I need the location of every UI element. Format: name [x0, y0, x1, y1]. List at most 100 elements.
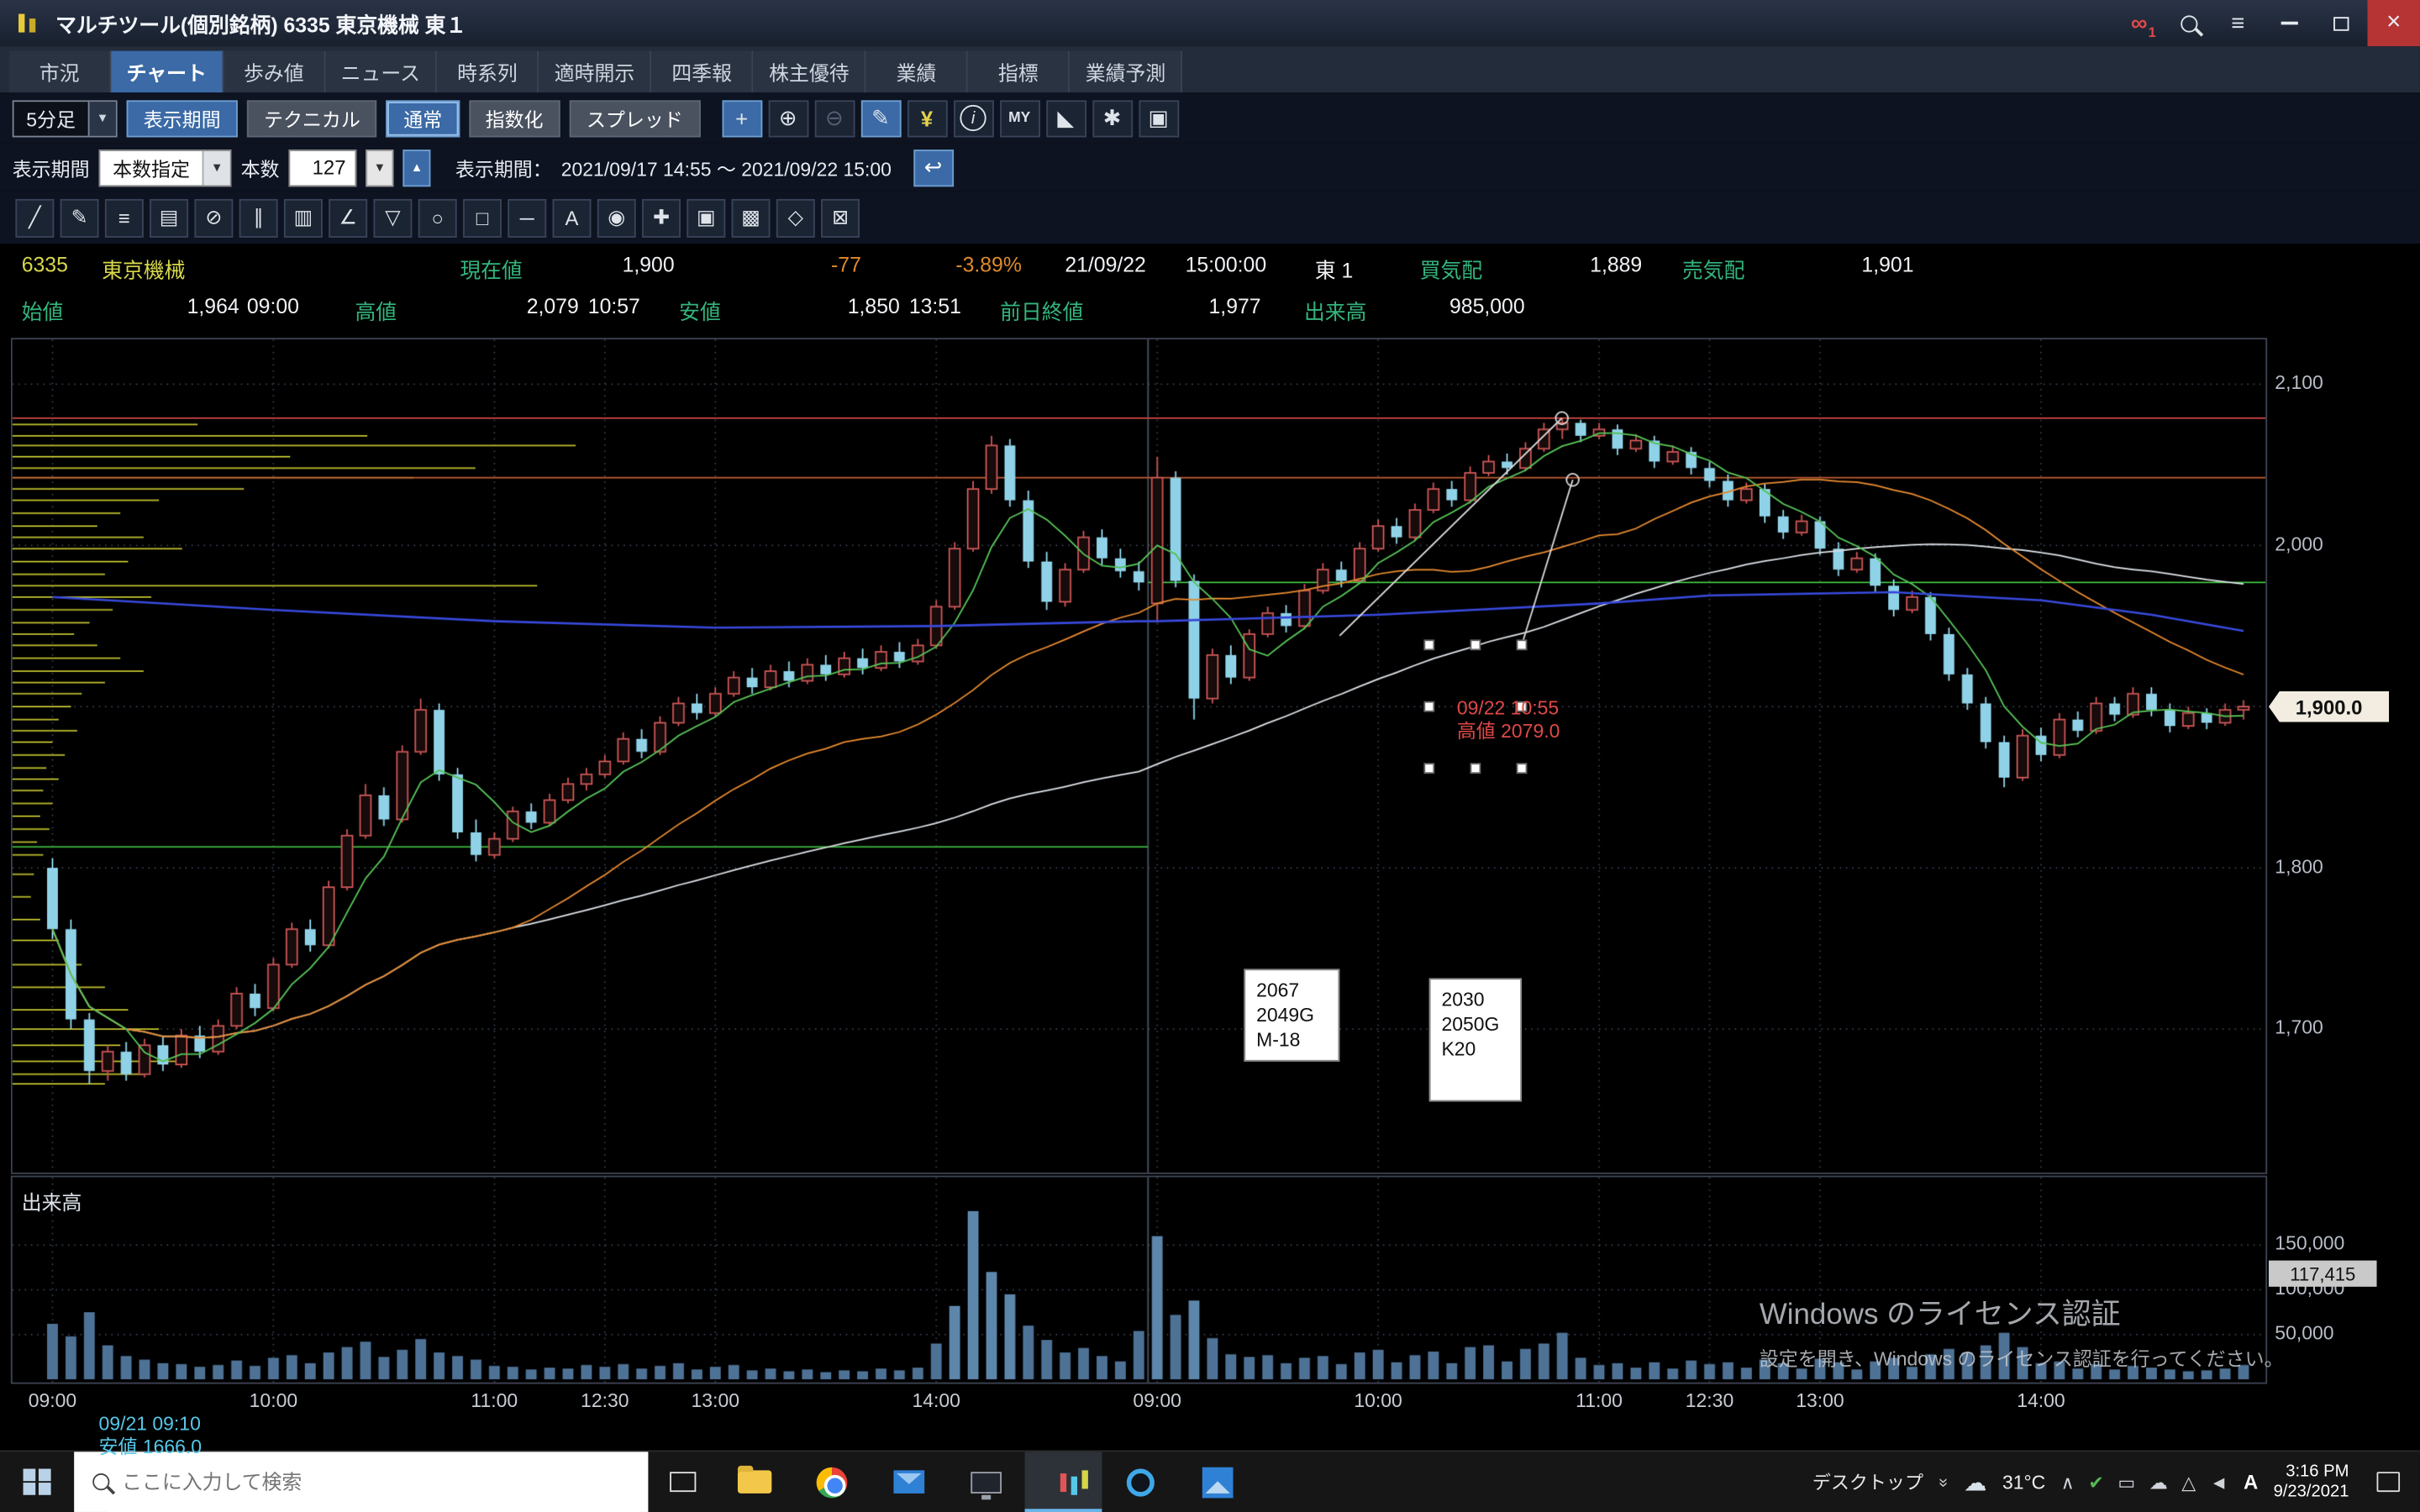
ime-indicator[interactable]: A	[2244, 1470, 2258, 1494]
pattern-tool[interactable]: ▩	[732, 198, 771, 237]
draw-pen-button[interactable]: ✎	[860, 99, 901, 136]
network-icon[interactable]: △	[2181, 1471, 2196, 1493]
indexed-button[interactable]: 指数化	[468, 99, 560, 136]
window-title: マルチツール(個別銘柄) 6335 東京機械 東１	[55, 8, 466, 39]
bar-count-input[interactable]: 127	[289, 149, 357, 186]
tab-benefits[interactable]: 株主優待	[754, 51, 866, 93]
task-view-button[interactable]	[648, 1452, 716, 1512]
hidden-icons-chevron[interactable]: ∧	[2061, 1471, 2075, 1493]
taskbar-app-photos[interactable]	[1179, 1452, 1256, 1512]
spread-button[interactable]: スプレッド	[570, 99, 700, 136]
restore-button[interactable]	[2315, 0, 2367, 46]
tab-ticks[interactable]: 歩み値	[224, 51, 325, 93]
eraser-tool[interactable]: ◇	[776, 198, 815, 237]
taskbar-app-trading-app[interactable]	[1025, 1452, 1102, 1512]
temperature-label[interactable]: 31°C	[2002, 1471, 2045, 1493]
security-shield-icon[interactable]: ✔	[2088, 1471, 2103, 1493]
yen-scale-button[interactable]: ¥	[907, 99, 947, 136]
minimize-button[interactable]	[2263, 0, 2315, 46]
clock[interactable]: 3:16 PM 9/23/2021	[2274, 1462, 2349, 1502]
weather-icon[interactable]: ☁	[1964, 1468, 1987, 1496]
zoom-in-button[interactable]: ⊕	[768, 99, 808, 136]
search-icon[interactable]	[2164, 0, 2213, 46]
ellipse-tool[interactable]: ○	[418, 198, 457, 237]
count-up-button[interactable]: ▲	[402, 149, 430, 186]
taskbar-app-mail[interactable]	[871, 1452, 948, 1512]
marker-tool[interactable]: ✚	[642, 198, 681, 237]
desktop-expand-icon[interactable]: »	[1934, 1478, 1953, 1487]
angle-tool[interactable]: ∠	[329, 198, 367, 237]
trendline-tool[interactable]: ╱	[15, 198, 54, 237]
taskbar-app-remote-desktop[interactable]	[948, 1452, 1025, 1512]
tab-market[interactable]: 市況	[9, 51, 111, 93]
taskbar-app-file-explorer[interactable]	[716, 1452, 793, 1512]
high-annotation[interactable]: 09/22 10:55 高値 2079.0	[1457, 697, 1560, 743]
tab-indicators[interactable]: 指標	[968, 51, 1070, 93]
display-period-button[interactable]: 表示期間	[127, 99, 238, 136]
desktop-toolbar-label[interactable]: デスクトップ	[1812, 1469, 1923, 1495]
link-icon[interactable]: ∞1	[2114, 0, 2164, 46]
add-chart-button[interactable]: +	[722, 99, 762, 136]
clear-all-tool[interactable]: ⊠	[821, 198, 860, 237]
pen-tool[interactable]: ✎	[60, 198, 99, 237]
horizontal-line-tool[interactable]: ─	[508, 198, 546, 237]
menu-icon[interactable]: ≡	[2213, 0, 2263, 46]
memo-note-2[interactable]: 2030 2050G K20	[1429, 978, 1522, 1101]
channel-tool[interactable]: ∥	[239, 198, 278, 237]
volume-pane: 出来高 117,415 09:0010:0011:0012:3013:0014:…	[0, 1177, 2420, 1419]
volume-tag: 117,415	[2269, 1261, 2377, 1287]
search-input[interactable]	[122, 1470, 570, 1494]
file-explorer-icon	[738, 1470, 771, 1494]
tab-forecast[interactable]: 業績予測	[1070, 51, 1182, 93]
high-price: 2,079	[494, 295, 579, 318]
my-chart-button[interactable]: MY	[999, 99, 1039, 136]
reset-period-button[interactable]: ↩	[913, 149, 954, 186]
tab-earnings[interactable]: 業績	[866, 51, 968, 93]
text-tool[interactable]: A	[553, 198, 592, 237]
tab-chart[interactable]: チャート	[111, 51, 224, 93]
taskbar-app-chrome[interactable]	[793, 1452, 871, 1512]
price-label-2100: 2,100	[2275, 372, 2323, 394]
time-label-4: 13:00	[669, 1390, 761, 1412]
horizontal-lines-tool[interactable]: ≡	[105, 198, 144, 237]
memo-note-1[interactable]: 2067 2049G M-18	[1244, 969, 1339, 1061]
close-button[interactable]: ×	[2367, 0, 2419, 46]
settings-wrench-button[interactable]: ✱	[1092, 99, 1133, 136]
multitool-app-window: マルチツール(個別銘柄) 6335 東京機械 東１ ∞1 ≡ × 市況 チャート…	[0, 0, 2420, 1512]
tab-timeseries[interactable]: 時系列	[437, 51, 539, 93]
start-button[interactable]	[0, 1452, 74, 1512]
tab-shikiho[interactable]: 四季報	[652, 51, 754, 93]
duplicate-tool[interactable]: ▣	[687, 198, 725, 237]
interval-select[interactable]: 5分足▼	[13, 99, 118, 136]
vertical-lines-tool[interactable]: ▥	[284, 198, 323, 237]
taskbar-search[interactable]	[74, 1452, 648, 1512]
onedrive-cloud-icon[interactable]: ☁	[2149, 1471, 2168, 1493]
count-down-button[interactable]: ▼	[366, 149, 393, 186]
area-chart-button[interactable]: ◣	[1045, 99, 1086, 136]
polygon-tool[interactable]: ▽	[373, 198, 412, 237]
notification-center-button[interactable]	[2365, 1452, 2411, 1512]
tab-news[interactable]: ニュース	[325, 51, 437, 93]
taskbar-app-media-player[interactable]	[1102, 1452, 1179, 1512]
zoom-out-button[interactable]: ⊖	[814, 99, 855, 136]
volume-pane-title: 出来高	[22, 1186, 82, 1215]
count-mode-select[interactable]: 本数指定▼	[99, 149, 232, 186]
fibonacci-tool[interactable]: ⊘	[194, 198, 233, 237]
low-annotation[interactable]: 09/21 09:10 安値 1666.0	[99, 1413, 203, 1459]
normal-mode-button[interactable]: 通常	[387, 99, 459, 136]
main-chart-canvas[interactable]	[13, 339, 2266, 1173]
display-icon[interactable]: ▭	[2118, 1471, 2135, 1493]
volume-icon[interactable]: ◄	[2210, 1471, 2228, 1493]
technical-button[interactable]: テクニカル	[247, 99, 377, 136]
market-section: 東 1	[1315, 253, 1353, 284]
tab-disclosure[interactable]: 適時開示	[539, 51, 651, 93]
quote-time: 15:00:00	[1186, 253, 1267, 276]
drawing-toolbar: ╱✎≡▤⊘∥▥∠▽○□─A◉✚▣▩◇⊠	[0, 192, 2420, 244]
chrome-icon	[817, 1467, 848, 1498]
main-chart-pane: 1,900.0 09/22 10:55 高値 2079.0 09/21 09:1…	[0, 330, 2420, 1177]
rectangle-tool[interactable]: □	[463, 198, 502, 237]
info-button[interactable]: i	[953, 99, 993, 136]
multi-line-tool[interactable]: ▤	[150, 198, 188, 237]
icon-stamp-tool[interactable]: ◉	[597, 198, 636, 237]
print-button[interactable]: ▣	[1139, 99, 1179, 136]
